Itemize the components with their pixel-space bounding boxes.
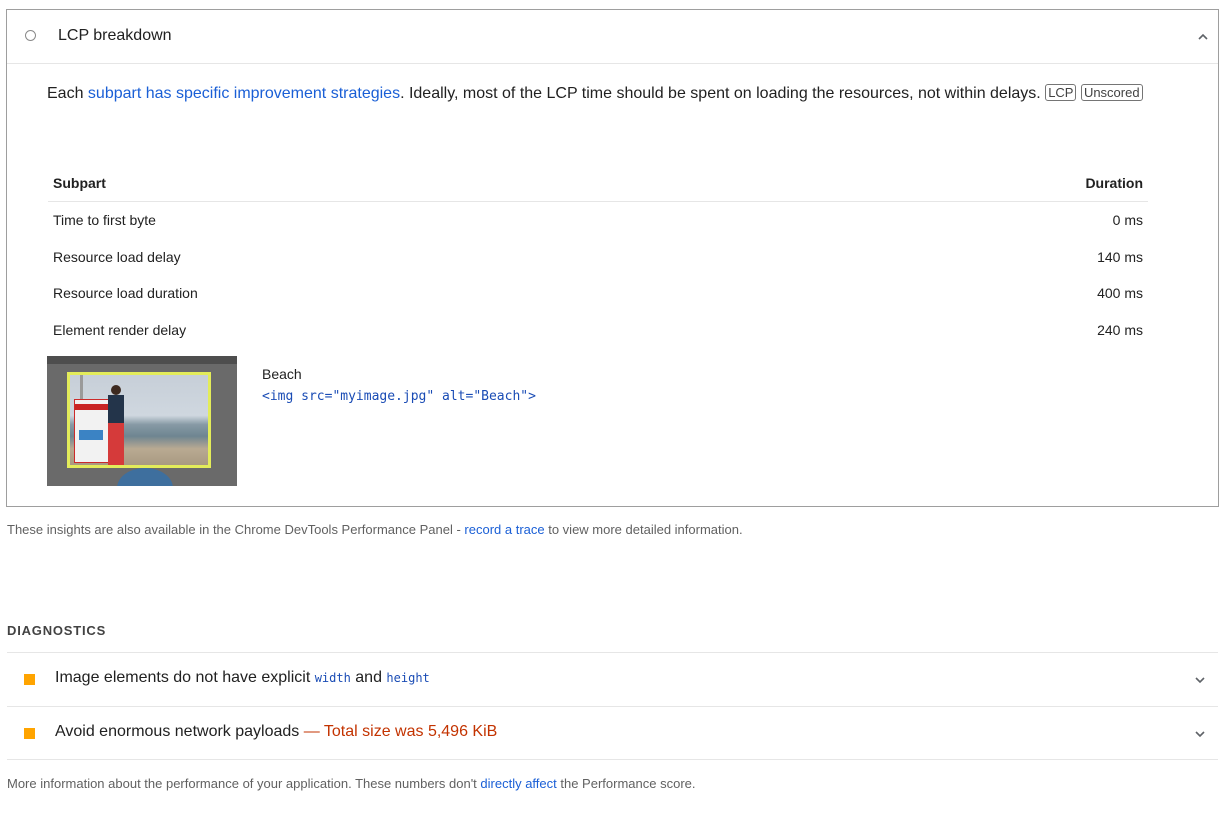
directly-affect-link[interactable]: directly affect: [480, 776, 556, 791]
table-row: Time to first byte 0 ms: [48, 202, 1148, 239]
subpart-cell: Time to first byte: [53, 212, 156, 229]
person-legs: [108, 423, 124, 465]
audit-title-and: and: [350, 669, 387, 686]
duration-cell: 0 ms: [1112, 212, 1143, 229]
table-row: Element render delay 240 ms: [48, 312, 1148, 349]
warning-square-icon: [24, 674, 35, 685]
audit-display-value: — Total size was 5,496 KiB: [299, 723, 498, 740]
lcp-element-thumbnail[interactable]: [47, 356, 237, 486]
more-info-note: More information about the performance o…: [7, 776, 696, 791]
chevron-down-icon[interactable]: [1193, 673, 1207, 687]
duration-cell: 240 ms: [1097, 321, 1143, 338]
audit-title: Image elements do not have explicit widt…: [55, 669, 430, 687]
duration-cell: 140 ms: [1097, 248, 1143, 265]
chevron-up-icon[interactable]: [1196, 30, 1210, 44]
audit-title-text: Image elements do not have explicit: [55, 669, 315, 686]
lcp-element-snippet[interactable]: <img src="myimage.jpg" alt="Beach">: [262, 389, 536, 404]
lcp-tag: LCP: [1045, 84, 1077, 101]
insights-note: These insights are also available in the…: [7, 522, 743, 537]
sign-panel: [79, 430, 103, 440]
lcp-breakdown-header[interactable]: LCP breakdown: [7, 10, 1218, 64]
pole: [80, 375, 83, 399]
desc-suffix: . Ideally, most of the LCP time should b…: [400, 85, 1041, 102]
width-code: width: [314, 671, 351, 685]
more-info-prefix: More information about the performance o…: [7, 776, 481, 791]
audit-image-dimensions[interactable]: Image elements do not have explicit widt…: [7, 652, 1218, 706]
warning-square-icon: [24, 728, 35, 739]
thumbnail-page-bar: [47, 356, 237, 364]
lcp-element-highlight: [67, 372, 211, 468]
record-trace-link[interactable]: record a trace: [464, 522, 544, 537]
sign-stripe: [75, 404, 109, 410]
person-body: [108, 395, 124, 423]
lcp-element-label: Beach: [262, 366, 302, 382]
lcp-description: Each subpart has specific improvement st…: [47, 81, 1207, 106]
duration-header: Duration: [813, 164, 1148, 202]
table-row: Resource load duration 400 ms: [48, 275, 1148, 312]
circle-icon: [25, 30, 36, 41]
more-info-suffix: the Performance score.: [556, 776, 696, 791]
person-head: [111, 385, 121, 395]
table-row: Resource load delay 140 ms: [48, 239, 1148, 276]
subpart-header: Subpart: [48, 164, 814, 202]
table-header-row: Subpart Duration: [48, 164, 1148, 202]
subpart-cell: Resource load delay: [53, 248, 181, 265]
duration-cell: 400 ms: [1097, 285, 1143, 302]
diagnostics-heading: DIAGNOSTICS: [7, 623, 107, 638]
desc-prefix: Each: [47, 85, 88, 102]
lcp-breakdown-card: LCP breakdown Each subpart has specific …: [6, 9, 1219, 507]
subpart-cell: Resource load duration: [53, 285, 198, 302]
audit-network-payloads[interactable]: Avoid enormous network payloads — Total …: [7, 706, 1218, 760]
insights-note-suffix: to view more detailed information.: [544, 522, 743, 537]
lcp-breakdown-title: LCP breakdown: [58, 27, 172, 44]
height-code: height: [386, 671, 430, 685]
audit-title-text: Avoid enormous network payloads: [55, 723, 300, 740]
subpart-table: Subpart Duration Time to first byte 0 ms…: [48, 164, 1148, 348]
audit-title: Avoid enormous network payloads — Total …: [55, 723, 497, 741]
sign-board: [74, 399, 110, 463]
subpart-cell: Element render delay: [53, 321, 187, 338]
thumbnail-button-shape: [117, 468, 173, 486]
subpart-strategies-link[interactable]: subpart has specific improvement strateg…: [88, 85, 400, 102]
insights-note-prefix: These insights are also available in the…: [7, 522, 465, 537]
chevron-down-icon[interactable]: [1193, 727, 1207, 741]
unscored-tag: Unscored: [1080, 84, 1143, 101]
